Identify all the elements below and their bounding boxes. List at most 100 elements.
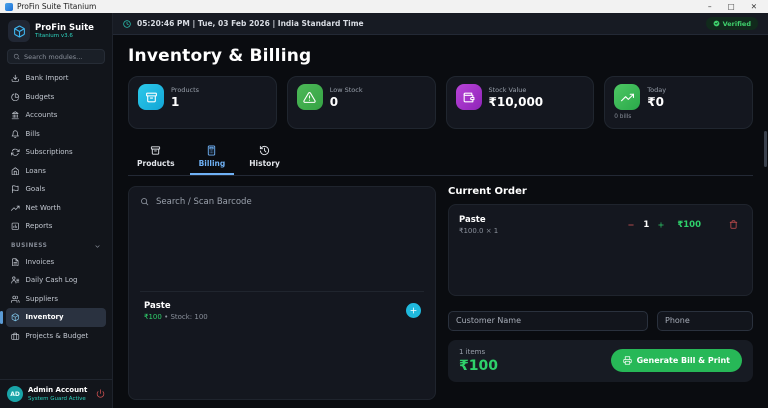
decrease-quantity-button[interactable] bbox=[627, 221, 635, 229]
sidebar-item-bank-import[interactable]: Bank Import bbox=[6, 69, 106, 88]
sidebar-item-suppliers[interactable]: Suppliers bbox=[6, 290, 106, 309]
tab-history[interactable]: History bbox=[240, 141, 289, 175]
tab-billing[interactable]: Billing bbox=[189, 141, 235, 175]
tab-bar: Products Billing History bbox=[128, 141, 753, 176]
sidebar-item-reports[interactable]: Reports bbox=[6, 217, 106, 236]
calculator-icon bbox=[206, 145, 217, 156]
logout-button[interactable] bbox=[96, 387, 105, 402]
sidebar-item-accounts[interactable]: Accounts bbox=[6, 106, 106, 125]
home-icon bbox=[11, 166, 20, 176]
sidebar-item-label: Bank Import bbox=[25, 74, 69, 83]
brand-name: ProFin Suite bbox=[35, 22, 94, 33]
add-to-order-button[interactable] bbox=[406, 303, 421, 319]
account-name: Admin Account bbox=[28, 386, 88, 395]
today-bills-count: 0 bills bbox=[614, 114, 632, 120]
barcode-search[interactable] bbox=[140, 196, 424, 207]
products-stat-icon bbox=[138, 84, 164, 110]
current-order-panel: Current Order Paste ₹100.0 × 1 1 ₹100 Cu… bbox=[448, 186, 753, 401]
sidebar-item-label: Bills bbox=[25, 129, 40, 138]
window-titlebar: ProFin Suite Titanium – □ ✕ bbox=[0, 0, 768, 13]
sidebar-item-label: Loans bbox=[25, 166, 46, 175]
stat-label: Products bbox=[171, 85, 200, 94]
customer-name-input[interactable] bbox=[448, 310, 648, 331]
stat-value: ₹0 bbox=[647, 94, 664, 109]
order-item-row: Paste ₹100.0 × 1 1 ₹100 bbox=[459, 215, 742, 235]
clock-icon bbox=[123, 19, 131, 28]
sidebar-item-label: Invoices bbox=[25, 257, 55, 266]
sidebar-item-goals[interactable]: Goals bbox=[6, 180, 106, 199]
history-clock-icon bbox=[259, 145, 270, 156]
chevron-down-icon bbox=[94, 243, 101, 250]
order-summary: 1 items ₹100 Generate Bill & Print bbox=[448, 339, 753, 382]
sidebar-item-budgets[interactable]: Budgets bbox=[6, 88, 106, 107]
order-item-amount: ₹100 bbox=[677, 219, 701, 230]
sidebar-item-projects-budget[interactable]: Projects & Budget bbox=[6, 327, 106, 346]
remove-item-button[interactable] bbox=[729, 220, 738, 229]
items-count: 1 items bbox=[459, 347, 486, 356]
printer-icon bbox=[622, 356, 632, 365]
generate-bill-button[interactable]: Generate Bill & Print bbox=[610, 349, 742, 372]
scrollbar-thumb[interactable] bbox=[764, 131, 767, 167]
order-items-card: Paste ₹100.0 × 1 1 ₹100 bbox=[448, 203, 753, 296]
sidebar-item-bills[interactable]: Bills bbox=[6, 125, 106, 144]
sidebar-item-label: Net Worth bbox=[25, 203, 61, 212]
stat-value: ₹10,000 bbox=[488, 94, 544, 109]
sidebar-item-inventory[interactable]: Inventory bbox=[0, 308, 106, 327]
alert-triangle-icon bbox=[303, 91, 316, 104]
stock-value-stat-icon bbox=[455, 84, 482, 110]
download-icon bbox=[11, 74, 20, 83]
box-icon bbox=[150, 145, 161, 156]
brand: ProFin Suite Titanium v3.6 bbox=[0, 13, 112, 47]
avatar: AD bbox=[7, 386, 23, 402]
bank-icon bbox=[11, 111, 20, 120]
tab-label: Products bbox=[137, 158, 175, 168]
today-stat-icon bbox=[614, 84, 641, 110]
product-search-panel: Paste ₹100 • Stock: 100 bbox=[128, 185, 436, 400]
increase-quantity-button[interactable] bbox=[657, 221, 665, 229]
order-total: ₹100 bbox=[459, 357, 498, 374]
box-icon bbox=[145, 91, 158, 104]
phone-input[interactable] bbox=[657, 310, 753, 331]
customer-fields bbox=[448, 310, 753, 331]
status-bar: 05:20:46 PM | Tue, 03 Feb 2026 | India S… bbox=[113, 13, 768, 35]
module-search-input[interactable] bbox=[24, 52, 99, 61]
refresh-icon bbox=[11, 148, 20, 157]
sidebar-item-label: Accounts bbox=[25, 111, 58, 120]
tab-products[interactable]: Products bbox=[128, 141, 184, 175]
search-icon bbox=[13, 53, 20, 60]
sidebar-item-subscriptions[interactable]: Subscriptions bbox=[6, 143, 106, 162]
sidebar: ProFin Suite Titanium v3.6 Bank Import B… bbox=[0, 13, 113, 408]
power-icon bbox=[96, 388, 105, 398]
product-name: Paste bbox=[144, 300, 171, 311]
account-status: System Guard Active bbox=[28, 395, 86, 402]
section-label: BUSINESS bbox=[11, 243, 48, 249]
minimize-button[interactable]: – bbox=[708, 3, 712, 11]
verified-label: Verified bbox=[722, 19, 751, 28]
close-button[interactable]: ✕ bbox=[751, 3, 757, 11]
trending-up-icon bbox=[11, 204, 20, 213]
app-icon bbox=[5, 2, 13, 11]
stat-card-products: Products 1 bbox=[128, 76, 277, 129]
sidebar-nav: Bank Import Budgets Accounts Bills Subsc… bbox=[0, 69, 112, 379]
low-stock-stat-icon bbox=[296, 84, 323, 110]
sidebar-item-label: Reports bbox=[25, 222, 53, 231]
sidebar-item-invoices[interactable]: Invoices bbox=[6, 253, 106, 272]
stat-card-stock-value: Stock Value ₹10,000 bbox=[445, 76, 595, 129]
sidebar-section-business[interactable]: BUSINESS bbox=[6, 236, 106, 253]
module-search[interactable] bbox=[7, 49, 105, 64]
window-title: ProFin Suite Titanium bbox=[17, 1, 97, 11]
briefcase-icon bbox=[11, 332, 20, 341]
sidebar-item-daily-cash-log[interactable]: Daily Cash Log bbox=[6, 271, 106, 290]
sidebar-item-label: Goals bbox=[25, 185, 46, 194]
sidebar-item-label: Daily Cash Log bbox=[25, 276, 78, 285]
sidebar-item-loans[interactable]: Loans bbox=[6, 162, 106, 181]
stat-value: 1 bbox=[171, 94, 180, 109]
sidebar-item-net-worth[interactable]: Net Worth bbox=[6, 199, 106, 218]
product-list-item: Paste ₹100 • Stock: 100 bbox=[140, 290, 424, 331]
generate-bill-label: Generate Bill & Print bbox=[636, 356, 730, 365]
maximize-button[interactable]: □ bbox=[728, 3, 735, 11]
barcode-search-input[interactable] bbox=[156, 196, 424, 207]
product-meta: ₹100 • Stock: 100 bbox=[144, 313, 208, 321]
pie-chart-icon bbox=[11, 92, 20, 102]
bar-chart-icon bbox=[11, 222, 20, 231]
